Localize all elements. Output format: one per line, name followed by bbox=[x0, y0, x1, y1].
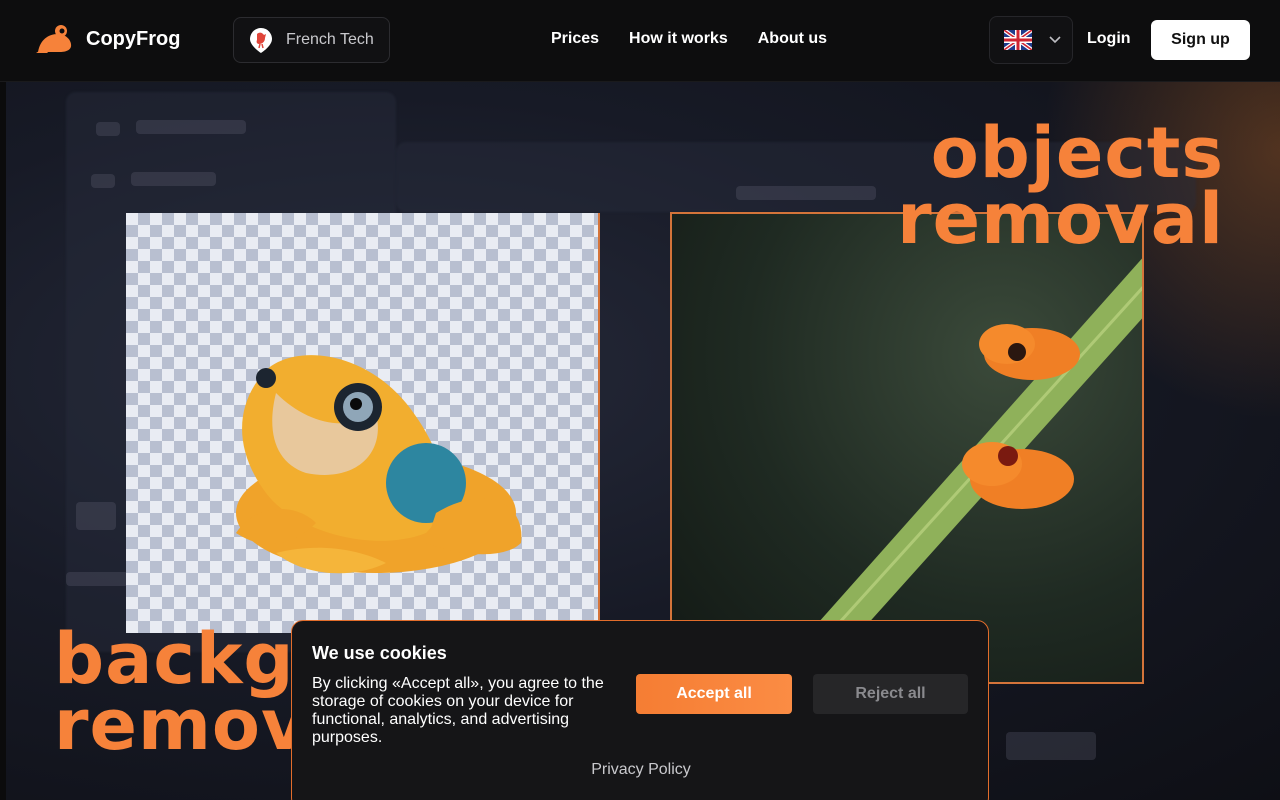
frog-icon bbox=[36, 25, 72, 53]
background-ui-row bbox=[736, 186, 876, 200]
french-tech-badge[interactable]: French Tech bbox=[233, 17, 390, 63]
uk-flag-icon bbox=[1004, 30, 1032, 50]
frogs-on-leaf-icon bbox=[765, 258, 1142, 682]
language-selector[interactable] bbox=[989, 16, 1073, 64]
background-ui-row bbox=[91, 174, 115, 188]
background-ui-row bbox=[76, 502, 116, 530]
title-line: removal bbox=[897, 178, 1224, 260]
main-nav: Prices How it works About us bbox=[551, 30, 827, 48]
title-line: remov bbox=[54, 684, 308, 766]
brand-name: CopyFrog bbox=[86, 27, 181, 50]
background-ui-row bbox=[136, 120, 246, 134]
signup-button[interactable]: Sign up bbox=[1151, 20, 1250, 60]
title-line: objects bbox=[930, 112, 1224, 194]
title-line: backg bbox=[54, 618, 295, 700]
site-header: CopyFrog French Tech Prices How it works… bbox=[0, 0, 1280, 82]
cookie-title: We use cookies bbox=[312, 643, 447, 663]
login-link[interactable]: Login bbox=[1087, 30, 1131, 48]
brand-logo[interactable]: CopyFrog bbox=[34, 22, 180, 56]
background-removal-title: backg remov bbox=[54, 618, 308, 766]
reject-all-button[interactable]: Reject all bbox=[813, 674, 968, 714]
object-removal-photo bbox=[670, 212, 1144, 684]
nav-prices[interactable]: Prices bbox=[551, 30, 599, 48]
privacy-policy-link[interactable]: Privacy Policy bbox=[292, 761, 990, 779]
nav-about-us[interactable]: About us bbox=[758, 30, 827, 48]
rooster-icon bbox=[250, 28, 272, 53]
background-ui-row bbox=[131, 172, 216, 186]
cookie-consent-dialog: We use cookies By clicking «Accept all»,… bbox=[291, 620, 989, 800]
chevron-down-icon bbox=[1049, 36, 1061, 44]
objects-removal-title: objects removal bbox=[897, 112, 1224, 260]
background-ui-row bbox=[96, 122, 120, 136]
french-tech-label: French Tech bbox=[286, 31, 374, 48]
background-ui-row bbox=[1006, 732, 1096, 760]
nav-how-it-works[interactable]: How it works bbox=[629, 30, 728, 48]
frog-cutout-icon bbox=[236, 355, 522, 574]
accept-all-button[interactable]: Accept all bbox=[636, 674, 792, 714]
cookie-description: By clicking «Accept all», you agree to t… bbox=[312, 675, 604, 746]
transparent-background-preview bbox=[126, 213, 600, 633]
